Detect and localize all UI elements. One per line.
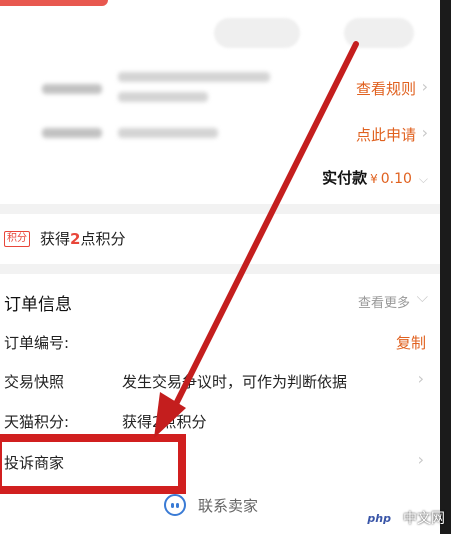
top-tab-decoration	[0, 0, 108, 6]
order-info-title: 订单信息	[4, 295, 72, 315]
order-info-card: 订单信息 查看更多 ⌵ 订单编号: 复制 交易快照 发生交易争议时，可作为判断依…	[0, 274, 440, 534]
phone-screen: 查看规则 › 点此申请 › 实付款 ¥ 0.10 ⌵ 积分 获得2点积分 订单信…	[0, 0, 440, 534]
points-badge: 积分	[4, 231, 30, 247]
blurred-label	[42, 84, 102, 94]
chevron-down-icon[interactable]: ⌵	[419, 172, 428, 187]
watermark-logo: php	[359, 509, 399, 527]
blurred-text	[118, 92, 208, 102]
chevron-down-icon[interactable]: ⌵	[417, 288, 428, 306]
points-suffix: 点积分	[80, 230, 126, 248]
chevron-right-icon[interactable]: ›	[418, 369, 424, 388]
payment-total: 实付款 ¥ 0.10 ⌵	[322, 167, 428, 188]
annotation-highlight-box	[0, 434, 186, 494]
tmall-points-value: 获得2点积分	[122, 413, 207, 431]
blurred-text	[118, 128, 218, 138]
order-number-label: 订单编号:	[4, 334, 70, 352]
contact-seller-button[interactable]: 联系卖家	[164, 494, 258, 516]
points-text: 获得2点积分	[40, 228, 125, 249]
snapshot-value[interactable]: 发生交易争议时，可作为判断依据	[122, 371, 347, 392]
currency-symbol: ¥	[370, 172, 378, 186]
watermark-site: 中文网	[403, 511, 445, 527]
points-card: 积分 获得2点积分	[0, 214, 440, 264]
pay-amount: 0.10	[380, 171, 412, 187]
copy-button[interactable]: 复制	[396, 332, 426, 353]
snapshot-label[interactable]: 交易快照	[4, 371, 64, 392]
site-watermark: php 中文网	[359, 508, 445, 528]
see-more-link[interactable]: 查看更多	[358, 292, 410, 311]
chevron-right-icon: ›	[421, 77, 428, 96]
points-prefix: 获得	[40, 230, 71, 248]
order-summary-card: 查看规则 › 点此申请 › 实付款 ¥ 0.10 ⌵	[0, 0, 440, 204]
blurred-pill-button-2[interactable]	[344, 18, 414, 48]
points-count: 2	[70, 230, 81, 248]
view-rules-link[interactable]: 查看规则	[356, 78, 416, 99]
apply-link[interactable]: 点此申请	[356, 124, 416, 145]
chat-icon	[164, 494, 186, 516]
chevron-right-icon: ›	[421, 123, 428, 142]
blurred-text	[118, 72, 270, 82]
contact-seller-label: 联系卖家	[198, 496, 259, 515]
blurred-pill-button[interactable]	[214, 18, 300, 48]
pay-label: 实付款	[322, 169, 368, 187]
chevron-right-icon[interactable]: ›	[418, 450, 424, 469]
blurred-label	[42, 128, 102, 138]
tmall-points-label: 天猫积分:	[4, 413, 70, 431]
